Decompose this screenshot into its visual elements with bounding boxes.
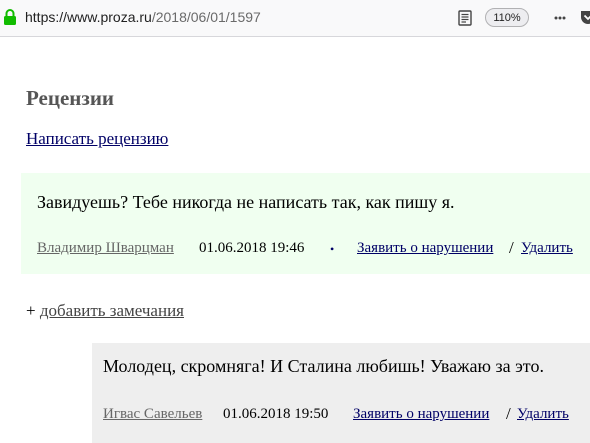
add-notes-link[interactable]: добавить замечания — [40, 301, 184, 320]
add-notes: + добавить замечания — [26, 301, 184, 321]
review-delete-link[interactable]: Удалить — [521, 240, 573, 257]
url-path: /2018/06/01/1597 — [151, 9, 261, 25]
reply-text: Молодец, скромняга! И Сталина любишь! Ув… — [103, 356, 544, 376]
reply-card: Молодец, скромняга! И Сталина любишь! Ув… — [92, 343, 590, 443]
reply-date: 01.06.2018 19:50 — [223, 406, 329, 422]
review-bullet: • — [330, 242, 335, 256]
review-date: 01.06.2018 19:46 — [199, 240, 305, 256]
review-separator: / — [509, 238, 514, 257]
browser-url-bar: https://www.proza.ru/2018/06/01/1597 110… — [0, 0, 590, 37]
add-notes-plus: + — [26, 301, 36, 320]
more-icon[interactable] — [554, 12, 566, 24]
write-review-link[interactable]: Написать рецензию — [26, 129, 168, 149]
reply-author-link[interactable]: Игвас Савельев — [103, 406, 202, 423]
url-field[interactable]: https://www.proza.ru/2018/06/01/1597 — [25, 9, 261, 25]
reply-delete-link[interactable]: Удалить — [517, 406, 569, 423]
reply-separator: / — [506, 404, 511, 423]
review-card: Завидуешь? Тебе никогда не написать так,… — [21, 173, 590, 274]
lock-icon[interactable] — [3, 9, 17, 26]
review-text: Завидуешь? Тебе никогда не написать так,… — [37, 192, 455, 212]
review-author-link[interactable]: Владимир Шварцман — [37, 240, 174, 257]
pocket-icon[interactable] — [580, 9, 590, 26]
review-report-link[interactable]: Заявить о нарушении — [357, 240, 493, 257]
page-title: Рецензии — [26, 86, 115, 110]
url-host: https://www.proza.ru — [25, 9, 152, 25]
reply-report-link[interactable]: Заявить о нарушении — [353, 406, 489, 423]
reader-view-icon[interactable] — [458, 10, 472, 26]
zoom-level-button[interactable]: 110% — [485, 8, 529, 27]
